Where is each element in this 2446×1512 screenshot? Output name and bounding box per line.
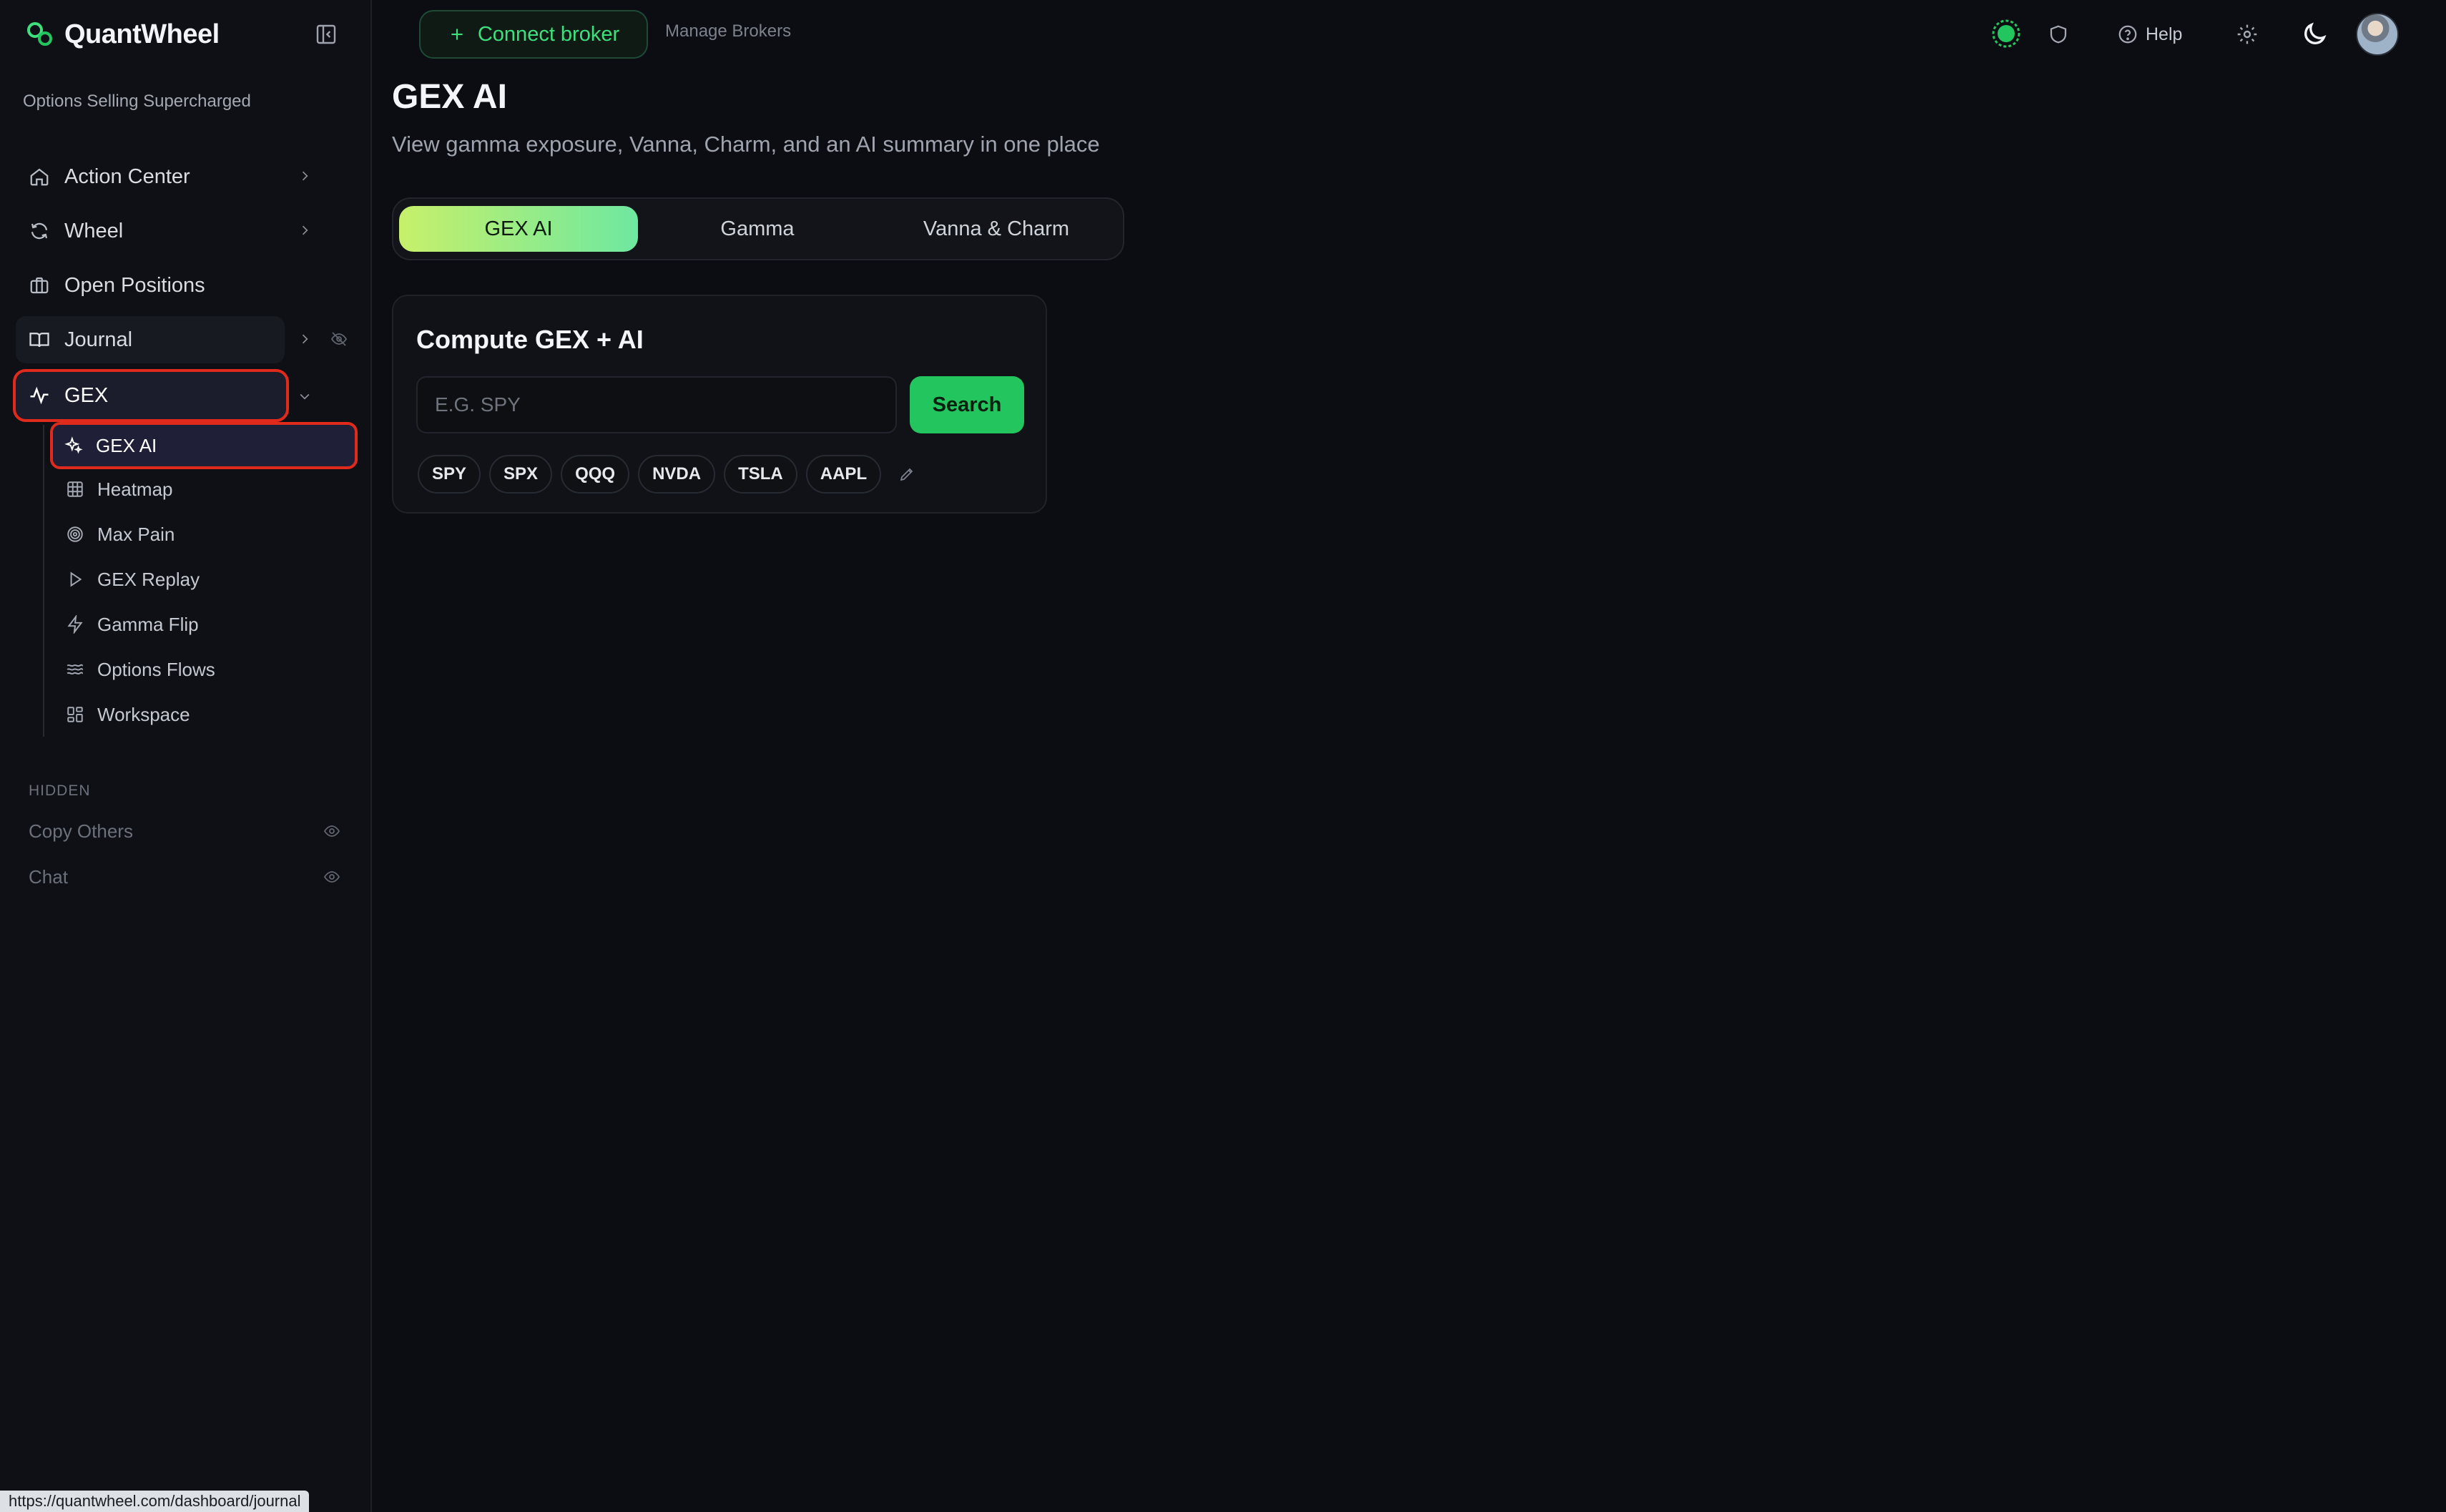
hidden-item-copy-others[interactable]: Copy Others bbox=[29, 815, 340, 847]
collapse-sidebar-button[interactable] bbox=[312, 20, 340, 49]
sidebar-subitem-max-pain[interactable]: Max Pain bbox=[54, 514, 355, 554]
chip-label: SPX bbox=[504, 464, 539, 483]
sidebar: QuantWheel Options Selling Supercharged … bbox=[0, 0, 372, 1512]
sidebar-item-label: Open Positions bbox=[64, 273, 205, 297]
sidebar-subitem-label: Max Pain bbox=[97, 523, 175, 545]
book-icon bbox=[29, 329, 50, 350]
briefcase-icon bbox=[29, 275, 50, 296]
ticker-chip-tsla[interactable]: TSLA bbox=[724, 455, 797, 494]
chip-label: AAPL bbox=[820, 464, 868, 483]
status-url: https://quantwheel.com/dashboard/journal bbox=[0, 1491, 310, 1512]
ticker-chips: SPY SPX QQQ NVDA TSLA AAPL bbox=[418, 455, 921, 494]
sidebar-subitem-gex-ai[interactable]: GEX AI bbox=[50, 422, 358, 469]
plus-icon bbox=[448, 25, 466, 44]
sidebar-item-label: Wheel bbox=[64, 219, 124, 242]
tab-vanna-charm[interactable]: Vanna & Charm bbox=[877, 206, 1116, 252]
chevron-down-icon[interactable] bbox=[295, 386, 315, 406]
zap-icon bbox=[66, 615, 84, 634]
shield-icon[interactable] bbox=[2043, 19, 2074, 50]
eye-icon[interactable] bbox=[323, 868, 340, 885]
chevron-right-icon[interactable] bbox=[295, 329, 315, 349]
connection-status-icon[interactable] bbox=[1991, 19, 2021, 49]
card-title: Compute GEX + AI bbox=[416, 325, 644, 354]
target-icon bbox=[66, 525, 84, 544]
sidebar-subitem-label: GEX Replay bbox=[97, 568, 200, 590]
manage-brokers-link[interactable]: Manage Brokers bbox=[665, 21, 791, 41]
sidebar-item-open-positions[interactable]: Open Positions bbox=[16, 262, 285, 309]
ticker-chip-qqq[interactable]: QQQ bbox=[561, 455, 630, 494]
hidden-section-title: HIDDEN bbox=[29, 782, 91, 799]
connect-broker-label: Connect broker bbox=[477, 22, 620, 46]
help-label: Help bbox=[2146, 24, 2183, 44]
tab-label: Vanna & Charm bbox=[923, 217, 1070, 240]
chevron-right-icon[interactable] bbox=[295, 220, 315, 240]
page-subtitle: View gamma exposure, Vanna, Charm, and a… bbox=[392, 132, 1100, 157]
page-title: GEX AI bbox=[392, 78, 507, 116]
sidebar-item-label: Journal bbox=[64, 328, 133, 351]
moon-icon[interactable] bbox=[2299, 19, 2330, 50]
tab-gamma[interactable]: Gamma bbox=[638, 206, 877, 252]
help-button[interactable]: Help bbox=[2117, 20, 2182, 49]
ticker-chip-spy[interactable]: SPY bbox=[418, 455, 481, 494]
connect-broker-button[interactable]: Connect broker bbox=[419, 10, 648, 59]
chip-label: TSLA bbox=[738, 464, 783, 483]
avatar[interactable] bbox=[2356, 13, 2399, 56]
search-button-label: Search bbox=[932, 393, 1002, 416]
help-circle-icon bbox=[2117, 24, 2138, 45]
waves-icon bbox=[66, 660, 84, 679]
ticker-chip-aapl[interactable]: AAPL bbox=[805, 455, 882, 494]
sidebar-item-wheel[interactable]: Wheel bbox=[16, 207, 285, 255]
sidebar-subitem-gamma-flip[interactable]: Gamma Flip bbox=[54, 604, 355, 644]
edit-chips-button[interactable] bbox=[893, 460, 921, 489]
hidden-item-label: Copy Others bbox=[29, 820, 133, 842]
sidebar-subitem-gex-replay[interactable]: GEX Replay bbox=[54, 559, 355, 599]
sidebar-subitem-options-flows[interactable]: Options Flows bbox=[54, 649, 355, 689]
hidden-item-chat[interactable]: Chat bbox=[29, 861, 340, 893]
sparkles-icon bbox=[64, 436, 83, 455]
compute-gex-card: Compute GEX + AI Search SPY SPX QQQ NVDA… bbox=[392, 295, 1047, 514]
sidebar-toggle-icon bbox=[315, 23, 338, 46]
submenu-rail bbox=[43, 425, 44, 737]
grid-icon bbox=[66, 480, 84, 499]
pencil-icon bbox=[898, 466, 915, 483]
eye-off-icon[interactable] bbox=[329, 329, 349, 349]
sidebar-item-action-center[interactable]: Action Center bbox=[16, 153, 285, 200]
chevron-right-icon[interactable] bbox=[295, 166, 315, 186]
sidebar-subitem-label: Options Flows bbox=[97, 658, 215, 680]
ticker-chip-nvda[interactable]: NVDA bbox=[638, 455, 716, 494]
ticker-chip-spx[interactable]: SPX bbox=[489, 455, 553, 494]
chip-label: QQQ bbox=[575, 464, 616, 483]
sidebar-subitem-heatmap[interactable]: Heatmap bbox=[54, 469, 355, 509]
sidebar-subitem-workspace[interactable]: Workspace bbox=[54, 694, 355, 735]
app-name: QuantWheel bbox=[64, 19, 220, 49]
activity-icon bbox=[29, 385, 50, 406]
gear-icon[interactable] bbox=[2231, 19, 2263, 50]
eye-icon[interactable] bbox=[323, 823, 340, 840]
sidebar-subitem-label: Workspace bbox=[97, 703, 190, 725]
hidden-item-label: Chat bbox=[29, 865, 68, 888]
tagline: Options Selling Supercharged bbox=[23, 92, 251, 111]
chip-label: NVDA bbox=[652, 464, 702, 483]
sidebar-item-gex[interactable]: GEX bbox=[13, 369, 289, 422]
sidebar-item-label: Action Center bbox=[64, 165, 190, 188]
sidebar-subitem-label: Heatmap bbox=[97, 478, 173, 500]
refresh-icon bbox=[29, 220, 50, 242]
logo[interactable]: QuantWheel bbox=[26, 17, 220, 51]
tab-gex-ai[interactable]: GEX AI bbox=[399, 206, 638, 252]
tab-label: Gamma bbox=[720, 217, 795, 240]
chip-label: SPY bbox=[432, 464, 467, 483]
play-icon bbox=[66, 570, 84, 589]
sidebar-subitem-label: GEX AI bbox=[96, 434, 157, 456]
layout-icon bbox=[66, 705, 84, 724]
sidebar-subitem-label: Gamma Flip bbox=[97, 613, 199, 635]
sidebar-item-journal[interactable]: Journal bbox=[16, 316, 285, 363]
search-button[interactable]: Search bbox=[910, 376, 1024, 433]
view-tabs: GEX AI Gamma Vanna & Charm bbox=[392, 197, 1124, 260]
sidebar-item-label: GEX bbox=[64, 383, 109, 407]
ticker-search-input[interactable] bbox=[416, 376, 897, 433]
tab-label: GEX AI bbox=[484, 217, 553, 240]
home-icon bbox=[29, 166, 50, 187]
quantwheel-logo-icon bbox=[26, 20, 54, 49]
